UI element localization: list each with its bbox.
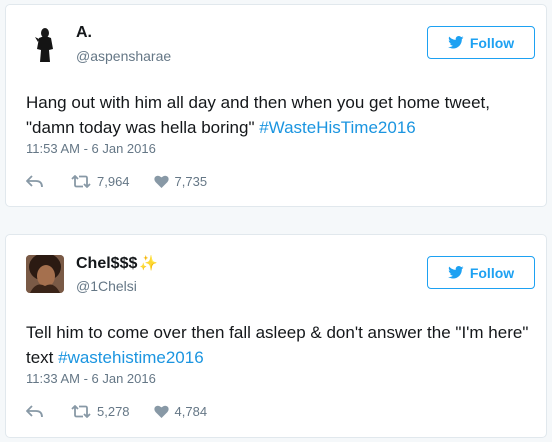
tweet-actions: 7,964 7,735 [26, 171, 231, 191]
sparkles-icon: ✨ [139, 255, 159, 272]
reply-icon[interactable] [26, 405, 43, 417]
hashtag-link[interactable]: #WasteHisTime2016 [259, 118, 416, 137]
timestamp[interactable]: 11:33 AM - 6 Jan 2016 [26, 371, 156, 386]
display-name-text: Chel$$$ [76, 255, 138, 272]
tweet-text: Tell him to come over then fall asleep &… [26, 320, 531, 370]
twitter-bird-icon [447, 36, 464, 49]
avatar[interactable] [26, 255, 64, 293]
display-name[interactable]: A. [76, 24, 92, 42]
twitter-bird-icon [447, 266, 464, 279]
like-count: 7,735 [174, 173, 208, 189]
heart-icon [153, 405, 169, 418]
hashtag-link[interactable]: #wastehistime2016 [58, 348, 204, 367]
tweet-text: Hang out with him all day and then when … [26, 90, 531, 140]
reply-icon[interactable] [26, 175, 43, 187]
follow-button[interactable]: Follow [427, 26, 535, 59]
tweet-card: Chel$$$ ✨ @1Chelsi Follow Tell him to com… [5, 234, 547, 438]
like-count: 4,784 [174, 403, 208, 419]
avatar[interactable] [26, 25, 64, 63]
user-handle[interactable]: @aspensharae [76, 48, 171, 64]
like-action[interactable]: 4,784 [153, 403, 208, 419]
follow-label: Follow [469, 34, 515, 51]
heart-icon [153, 175, 169, 188]
like-action[interactable]: 7,735 [153, 173, 208, 189]
retweet-action[interactable]: 5,278 [71, 404, 130, 419]
tweet-body: Hang out with him all day and then when … [26, 93, 491, 137]
follow-button[interactable]: Follow [427, 256, 535, 289]
tweet-card: A. @aspensharae Follow Hang out with him… [5, 4, 547, 207]
user-handle[interactable]: @1Chelsi [76, 278, 137, 294]
tweet-actions: 5,278 4,784 [26, 401, 231, 421]
retweet-count: 7,964 [97, 173, 130, 189]
retweet-count: 5,278 [97, 403, 130, 419]
retweet-icon [71, 404, 91, 418]
retweet-action[interactable]: 7,964 [71, 174, 130, 189]
timestamp[interactable]: 11:53 AM - 6 Jan 2016 [26, 141, 156, 156]
display-name[interactable]: Chel$$$ ✨ [76, 254, 158, 273]
follow-label: Follow [469, 264, 515, 281]
retweet-icon [71, 174, 91, 188]
